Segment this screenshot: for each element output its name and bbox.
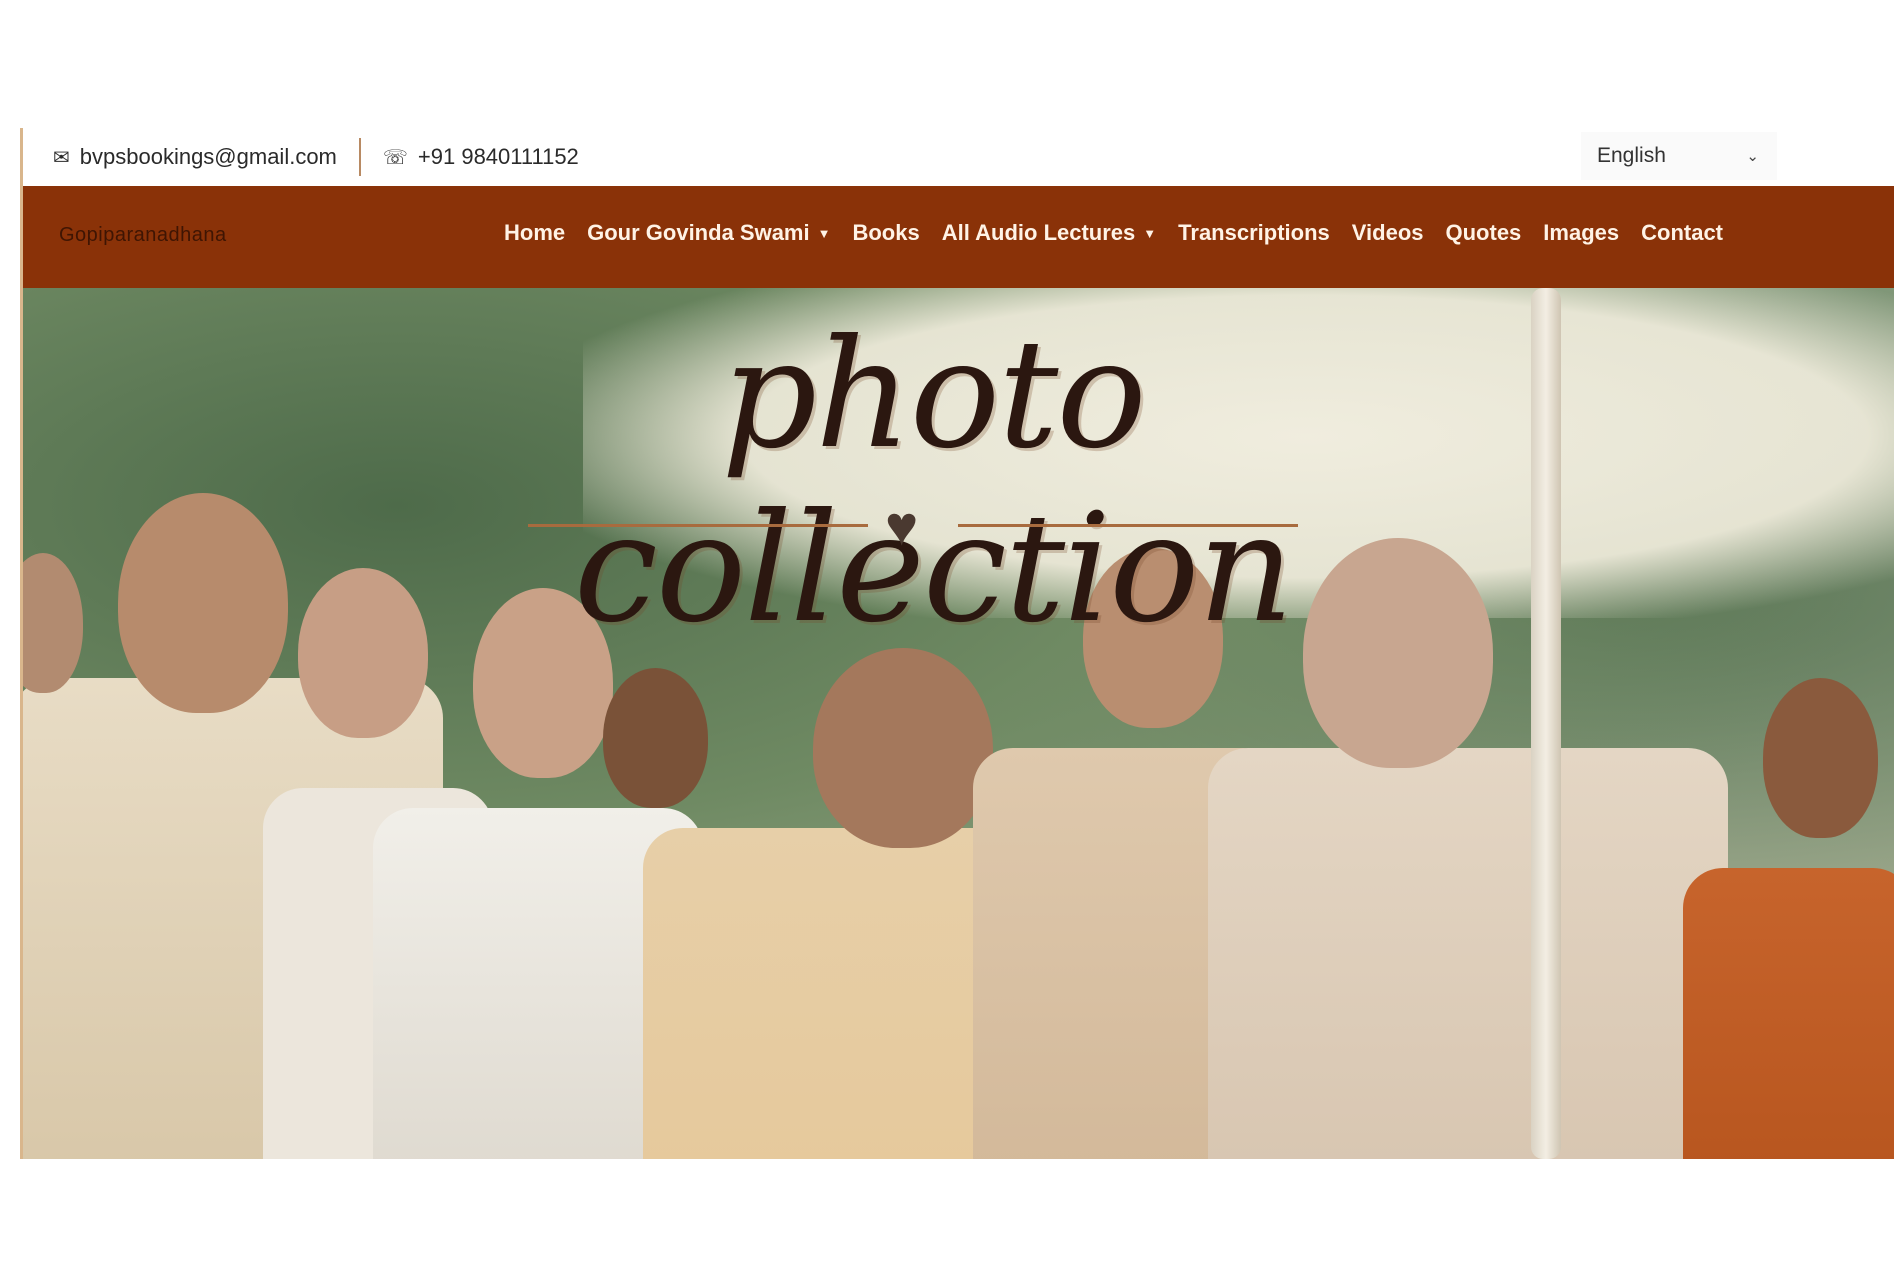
contact-phone-text: +91 9840111152 <box>417 144 579 169</box>
language-select-value: English <box>1597 144 1666 167</box>
nav-item-transcriptions[interactable]: Transcriptions <box>1167 220 1341 246</box>
figure-head <box>23 553 83 693</box>
envelope-icon: ✉ <box>53 146 70 169</box>
contact-email-text: bvpsbookings@gmail.com <box>79 144 337 169</box>
nav-menu: Home Gour Govinda Swami ▼ Books All Audio… <box>493 220 1734 246</box>
nav-item-books[interactable]: Books <box>841 220 930 246</box>
figure-head <box>118 493 288 713</box>
hero-banner: photo collection ♥ <box>23 288 1894 1159</box>
nav-item-home[interactable]: Home <box>493 220 576 246</box>
figure-robe <box>1208 748 1728 1159</box>
nav-item-gour-govinda-swami[interactable]: Gour Govinda Swami ▼ <box>576 220 841 246</box>
nav-item-all-audio-lectures[interactable]: All Audio Lectures ▼ <box>931 220 1167 246</box>
contact-phone[interactable]: ☏ +91 9840111152 <box>361 128 579 186</box>
caret-down-icon: ▼ <box>817 225 831 241</box>
nav-item-quotes[interactable]: Quotes <box>1435 220 1533 246</box>
nav-item-label: Transcriptions <box>1178 220 1330 245</box>
nav-item-label: Videos <box>1351 220 1424 245</box>
figure-head <box>1763 678 1878 838</box>
figure-head <box>813 648 993 848</box>
phone-icon: ☏ <box>382 146 408 169</box>
browser-page-frame: ✉ bvpsbookings@gmail.com ☏ +91 984011115… <box>20 128 1894 1159</box>
top-contact-bar: ✉ bvpsbookings@gmail.com ☏ +91 984011115… <box>23 128 1894 186</box>
contact-email[interactable]: ✉ bvpsbookings@gmail.com <box>23 128 359 186</box>
nav-item-label: Contact <box>1641 220 1724 245</box>
nav-item-images[interactable]: Images <box>1532 220 1630 246</box>
wooden-staff <box>1531 288 1561 1159</box>
nav-item-videos[interactable]: Videos <box>1341 220 1435 246</box>
hero-title: photo collection <box>573 308 1294 656</box>
figure-robe <box>1683 868 1894 1159</box>
heart-icon: ♥ <box>885 494 919 557</box>
nav-item-label: All Audio Lectures <box>941 220 1136 245</box>
figure-head <box>298 568 428 738</box>
nav-item-label: Images <box>1543 220 1620 245</box>
title-rule-right <box>958 524 1298 527</box>
chevron-down-icon: ⌄ <box>1746 148 1759 165</box>
nav-item-label: Books <box>852 220 920 245</box>
caret-down-icon: ▼ <box>1143 225 1157 241</box>
language-select[interactable]: English ⌄ <box>1581 132 1777 180</box>
site-brand[interactable]: Gopiparanadhana <box>59 224 227 247</box>
nav-item-label: Home <box>504 220 566 245</box>
main-navigation: Gopiparanadhana Home Gour Govinda Swami ▼… <box>23 186 1894 288</box>
nav-item-contact[interactable]: Contact <box>1630 220 1734 246</box>
figure-head <box>603 668 708 808</box>
title-rule-left <box>528 524 868 527</box>
nav-item-label: Gour Govinda Swami <box>587 220 810 245</box>
nav-item-label: Quotes <box>1445 220 1522 245</box>
